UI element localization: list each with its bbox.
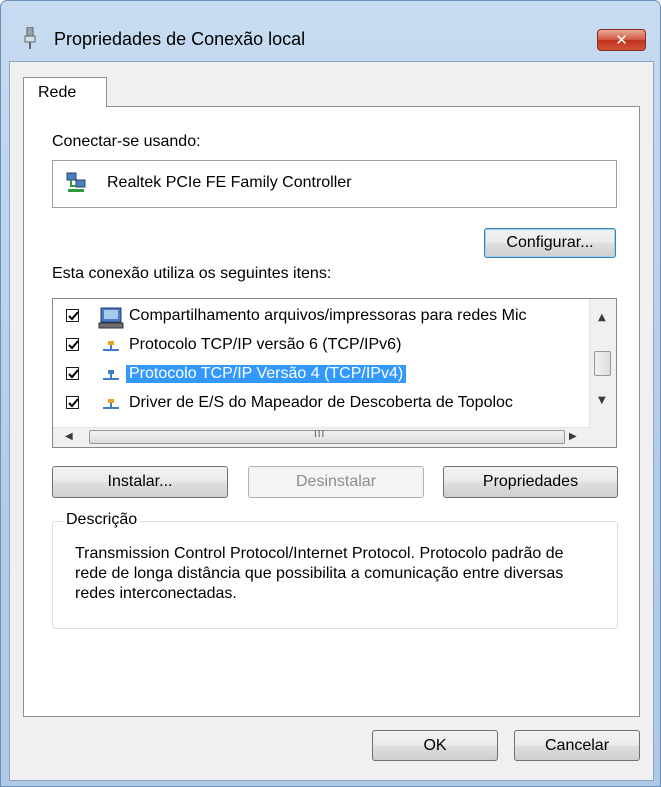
item-checkbox[interactable] [66, 367, 79, 380]
horizontal-scrollbar[interactable]: ◀ III ▶ [53, 427, 591, 447]
ok-button[interactable]: OK [372, 730, 498, 761]
scroll-down-icon[interactable]: ▼ [598, 396, 606, 406]
close-icon: ✕ [615, 31, 628, 49]
scroll-thumb-grip: III [314, 429, 326, 440]
item-label: Protocolo TCP/IP versão 6 (TCP/IPv6) [129, 336, 402, 353]
uninstall-button-label: Desinstalar [295, 473, 377, 490]
item-checkbox[interactable] [66, 338, 79, 351]
item-label-selected: Protocolo TCP/IP Versão 4 (TCP/IPv4) [126, 365, 407, 383]
ok-button-label: OK [423, 737, 447, 754]
close-button[interactable]: ✕ [597, 29, 646, 51]
protocol-icon [103, 370, 119, 380]
item-checkbox[interactable] [66, 396, 79, 409]
adapter-name: Realtek PCIe FE Family Controller [107, 174, 352, 191]
configure-button-label: Configurar... [506, 234, 594, 251]
list-item[interactable]: Compartilhamento arquivos/impressoras pa… [53, 303, 591, 332]
tab-rede[interactable]: Rede [23, 77, 107, 107]
network-adapter-icon [24, 27, 36, 49]
install-button-label: Instalar... [107, 473, 173, 490]
list-item[interactable]: Protocolo TCP/IP Versão 4 (TCP/IPv4) [53, 361, 591, 390]
item-checkbox[interactable] [66, 309, 79, 322]
tab-label: Rede [38, 84, 77, 101]
items-listbox[interactable]: Compartilhamento arquivos/impressoras pa… [52, 298, 617, 448]
install-button[interactable]: Instalar... [52, 466, 228, 498]
adapter-field: Realtek PCIe FE Family Controller [52, 160, 617, 208]
uninstall-button[interactable]: Desinstalar [248, 466, 424, 498]
configure-button[interactable]: Configurar... [484, 228, 616, 258]
list-item[interactable]: Protocolo TCP/IP versão 6 (TCP/IPv6) [53, 332, 591, 361]
title-bar[interactable]: Propriedades de Conexão local ✕ [1, 1, 660, 59]
properties-button-label: Propriedades [482, 473, 579, 490]
network-adapter-icon [66, 172, 86, 192]
scrollbar-corner [590, 428, 616, 447]
checkmark-icon [68, 369, 79, 379]
protocol-icon [103, 341, 119, 351]
scroll-right-icon[interactable]: ▶ [569, 432, 577, 442]
item-label: Compartilhamento arquivos/impressoras pa… [129, 307, 527, 324]
checkmark-icon [68, 340, 79, 350]
properties-button[interactable]: Propriedades [443, 466, 618, 498]
items-label: Esta conexão utiliza os seguintes itens: [52, 265, 332, 282]
connect-using-label: Conectar-se usando: [52, 133, 201, 150]
item-label: Driver de E/S do Mapeador de Descoberta … [129, 394, 513, 411]
list-item[interactable]: Driver de E/S do Mapeador de Descoberta … [53, 390, 591, 419]
vertical-scrollbar[interactable]: ▲ ▼ [589, 299, 616, 429]
vertical-scroll-thumb[interactable] [594, 351, 611, 376]
description-legend: Descrição [63, 511, 141, 529]
description-group: Descrição Transmission Control Protocol/… [52, 511, 618, 629]
scroll-up-icon[interactable]: ▲ [598, 313, 606, 323]
checkmark-icon [68, 311, 79, 321]
description-text: Transmission Control Protocol/Internet P… [75, 545, 564, 602]
protocol-icon [103, 399, 119, 409]
cancel-button-label: Cancelar [544, 737, 610, 754]
network-client-icon [98, 307, 124, 329]
scroll-left-icon[interactable]: ◀ [65, 432, 73, 442]
horizontal-scroll-thumb[interactable]: III [89, 429, 565, 444]
checkmark-icon [68, 398, 79, 408]
cancel-button[interactable]: Cancelar [514, 730, 640, 761]
window-title: Propriedades de Conexão local [54, 29, 306, 49]
